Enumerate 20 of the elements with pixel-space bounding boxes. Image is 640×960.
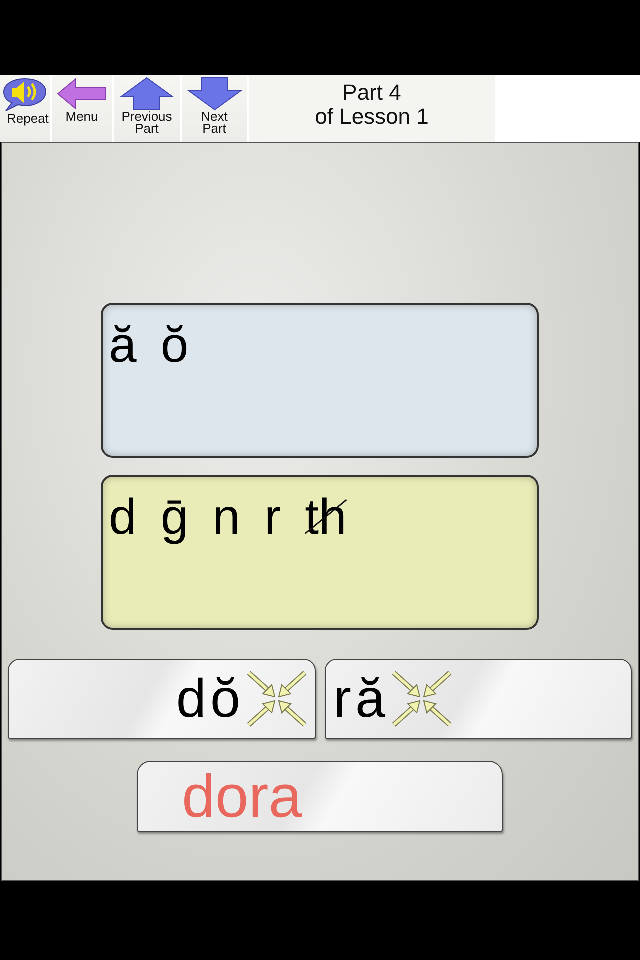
speaker-icon xyxy=(2,77,48,113)
letter: n xyxy=(212,488,240,547)
repeat-button[interactable]: Repeat xyxy=(0,75,50,142)
left-arrow-icon xyxy=(56,77,108,111)
letter: ḡ xyxy=(160,488,189,547)
lesson-title: Part 4 xyxy=(342,80,402,104)
syllable-button[interactable]: ră xyxy=(324,659,632,739)
up-arrow-icon xyxy=(119,77,175,111)
letter: ă xyxy=(109,316,137,375)
menu-button[interactable]: Menu xyxy=(52,75,112,142)
syllable-button[interactable]: dŏ xyxy=(8,659,316,739)
previous-part-button[interactable]: Previous Part xyxy=(114,75,180,142)
down-arrow-icon xyxy=(186,77,242,111)
merge-arrows-icon xyxy=(246,671,306,727)
letter: d xyxy=(109,488,137,547)
next-part-button[interactable]: Next Part xyxy=(182,75,247,142)
lesson-title: of Lesson 1 xyxy=(315,104,429,128)
letter: ŏ xyxy=(160,316,189,375)
letter: r xyxy=(264,488,282,547)
merge-arrows-icon xyxy=(392,671,452,727)
